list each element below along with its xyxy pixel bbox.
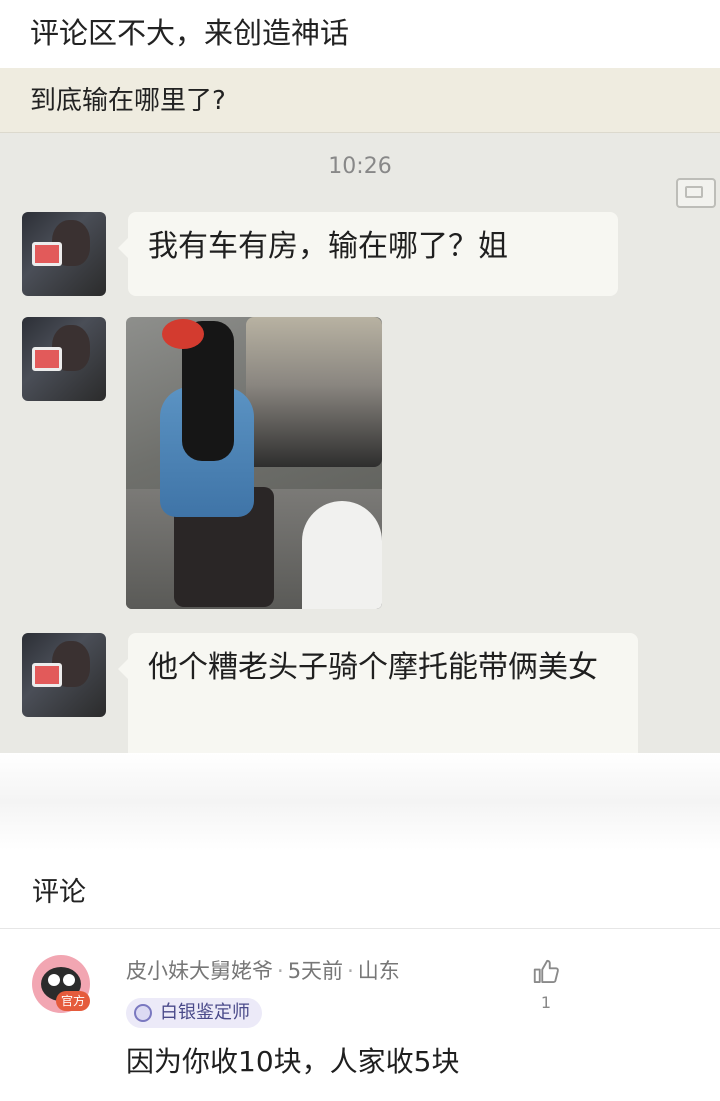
comments-heading: 评论 xyxy=(32,877,86,908)
comment-meta: 皮小妹大舅姥爷 · 5天前 · 山东 xyxy=(126,959,400,983)
comment-time: 5天前 xyxy=(287,959,344,983)
section-separator xyxy=(0,753,720,850)
sender-avatar xyxy=(22,633,106,717)
user-badge[interactable]: 白银鉴定师 xyxy=(126,998,262,1028)
message-bubble: 我有车有房，输在哪了？姐 xyxy=(118,212,618,296)
comment-location: 山东 xyxy=(357,959,400,983)
commenter-name[interactable]: 皮小妹大舅姥爷 xyxy=(126,959,273,983)
screenshot-question-bar: 到底输在哪里了? xyxy=(0,68,720,133)
message-text: 他个糟老头子骑个摩托能带俩美女 xyxy=(148,650,598,685)
comment-text: 因为你收10块，人家收5块 xyxy=(126,1045,460,1078)
like-button[interactable]: 1 xyxy=(530,957,562,1012)
post-title: 评论区不大，来创造神话 xyxy=(30,16,350,50)
sender-avatar xyxy=(22,212,106,296)
window-icon xyxy=(676,178,716,208)
sender-avatar xyxy=(22,317,106,401)
message-timestamp: 10:26 xyxy=(328,154,392,179)
chat-screenshot-image: 到底输在哪里了? 10:26 我有车有房，输在哪了？姐 他个糟老头子骑个摩托能带… xyxy=(0,68,720,753)
badge-label: 白银鉴定师 xyxy=(160,1002,250,1023)
like-count: 1 xyxy=(540,993,552,1012)
divider xyxy=(0,928,720,929)
screenshot-question: 到底输在哪里了? xyxy=(30,86,226,116)
thumbs-up-icon xyxy=(533,959,559,983)
message-photo xyxy=(126,317,382,609)
message-bubble: 他个糟老头子骑个摩托能带俩美女 xyxy=(118,633,638,753)
badge-icon xyxy=(134,1004,152,1022)
message-text: 我有车有房，输在哪了？姐 xyxy=(148,229,508,264)
official-tag: 官方 xyxy=(56,991,90,1011)
